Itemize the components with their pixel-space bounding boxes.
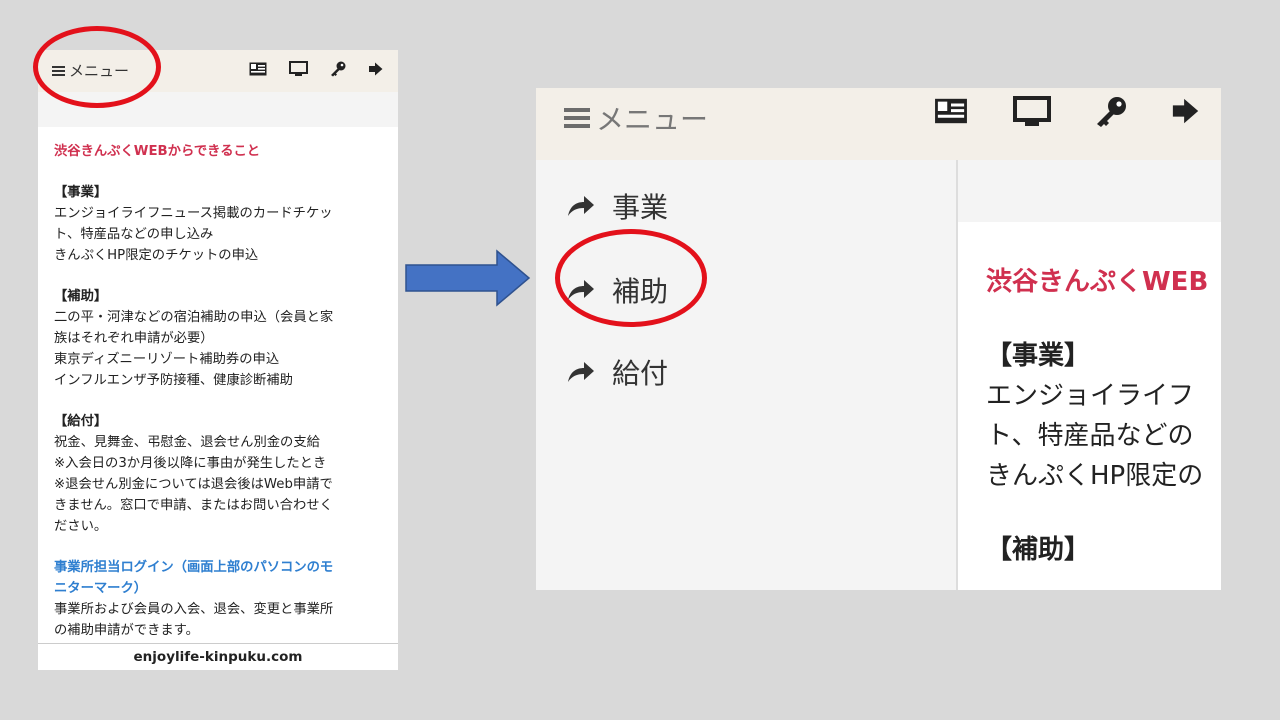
side-menu-item-benefit[interactable]: 給付 <box>566 352 668 392</box>
page-heading: 渋谷きんぷくWEBからできること <box>54 144 261 159</box>
section-line: きません。窓口で申請、またはお問い合わせく <box>54 498 333 513</box>
share-arrow-icon <box>568 362 594 382</box>
office-login-link[interactable]: 事業所担当ログイン（画面上部のパソコンのモ <box>54 557 382 578</box>
section-line: エンジョイライフニュース掲載のカードチケッ <box>54 206 333 221</box>
hamburger-icon <box>564 104 590 132</box>
zoom-section-line: きんぷくHP限定の <box>986 461 1204 491</box>
zoom-section-line: ト、特産品などの <box>986 421 1194 451</box>
office-desc: の補助申請ができます。 <box>54 623 199 638</box>
header-icons <box>249 61 384 77</box>
side-menu: 事業 補助 給付 <box>536 160 958 590</box>
section-line: ト、特産品などの申し込み <box>54 227 214 242</box>
highlight-circle-menu <box>33 26 161 108</box>
zoom-text: 渋谷きんぷくWEB 【事業】 エンジョイライフ ト、特産品などの きんぷくHP限… <box>958 222 1221 570</box>
office-desc: 事業所および会員の入会、退会、変更と事業所 <box>54 602 334 617</box>
section-line: ※入会日の3か月後以降に事由が発生したとき <box>54 456 327 471</box>
id-card-icon[interactable] <box>249 61 267 77</box>
section-line: きんぷくHP限定のチケットの申込 <box>54 248 259 263</box>
side-menu-label: 給付 <box>612 357 669 390</box>
logout-icon[interactable] <box>1171 96 1201 126</box>
footer-url: enjoylife-kinpuku.com <box>38 643 398 670</box>
zoom-menu-button[interactable]: メニュー <box>564 98 708 138</box>
id-card-icon[interactable] <box>933 96 969 126</box>
section-line: 族はそれぞれ申請が必要） <box>54 331 214 346</box>
zoom-gray-bar <box>958 160 1221 222</box>
office-login-link-cont[interactable]: ニターマーク） <box>54 578 382 599</box>
zoom-section-title: 【補助】 <box>986 535 1091 565</box>
phone-screenshot: メニュー 渋谷きんぷくWEBからできること 【事業】 エンジョイライフニュース掲… <box>38 50 398 670</box>
zoom-main-content: 渋谷きんぷくWEB 【事業】 エンジョイライフ ト、特産品などの きんぷくHP限… <box>958 160 1221 590</box>
section-line: ※退会せん別金については退会後はWeb申請で <box>54 477 333 492</box>
logout-icon[interactable] <box>368 61 384 77</box>
zoom-menu-label: メニュー <box>596 103 709 136</box>
phone-content: 渋谷きんぷくWEBからできること 【事業】 エンジョイライフニュース掲載のカード… <box>38 127 398 641</box>
section-title-subsidy: 【補助】 <box>54 289 108 304</box>
section-line: 祝金、見舞金、弔慰金、退会せん別金の支給 <box>54 435 320 450</box>
share-arrow-icon <box>568 196 594 216</box>
zoom-header: メニュー <box>536 88 1221 160</box>
section-title-business: 【事業】 <box>54 185 108 200</box>
section-line: ださい。 <box>54 519 108 534</box>
section-title-benefit: 【給付】 <box>54 414 108 429</box>
monitor-icon[interactable] <box>1013 96 1051 128</box>
zoom-section-title: 【事業】 <box>986 341 1091 371</box>
side-menu-label: 事業 <box>612 191 669 224</box>
monitor-icon[interactable] <box>289 61 308 77</box>
side-menu-item-business[interactable]: 事業 <box>566 186 668 226</box>
key-icon[interactable] <box>330 61 346 77</box>
highlight-circle-subsidy <box>555 229 707 327</box>
zoom-section-line: エンジョイライフ <box>986 381 1195 411</box>
zoom-page-heading: 渋谷きんぷくWEB <box>986 267 1209 297</box>
section-line: 東京ディズニーリゾート補助券の申込 <box>54 352 280 367</box>
zoomed-screenshot: メニュー 事業 補助 給付 渋谷きんぷくWEB 【事業】 エンジョイライフ ト、 <box>536 88 1221 590</box>
zoom-header-icons <box>933 96 1201 128</box>
section-line: 二の平・河津などの宿泊補助の申込（会員と家 <box>54 310 334 325</box>
section-line: インフルエンザ予防接種、健康診断補助 <box>54 373 293 388</box>
right-arrow-icon <box>405 249 531 307</box>
key-icon[interactable] <box>1095 96 1127 128</box>
